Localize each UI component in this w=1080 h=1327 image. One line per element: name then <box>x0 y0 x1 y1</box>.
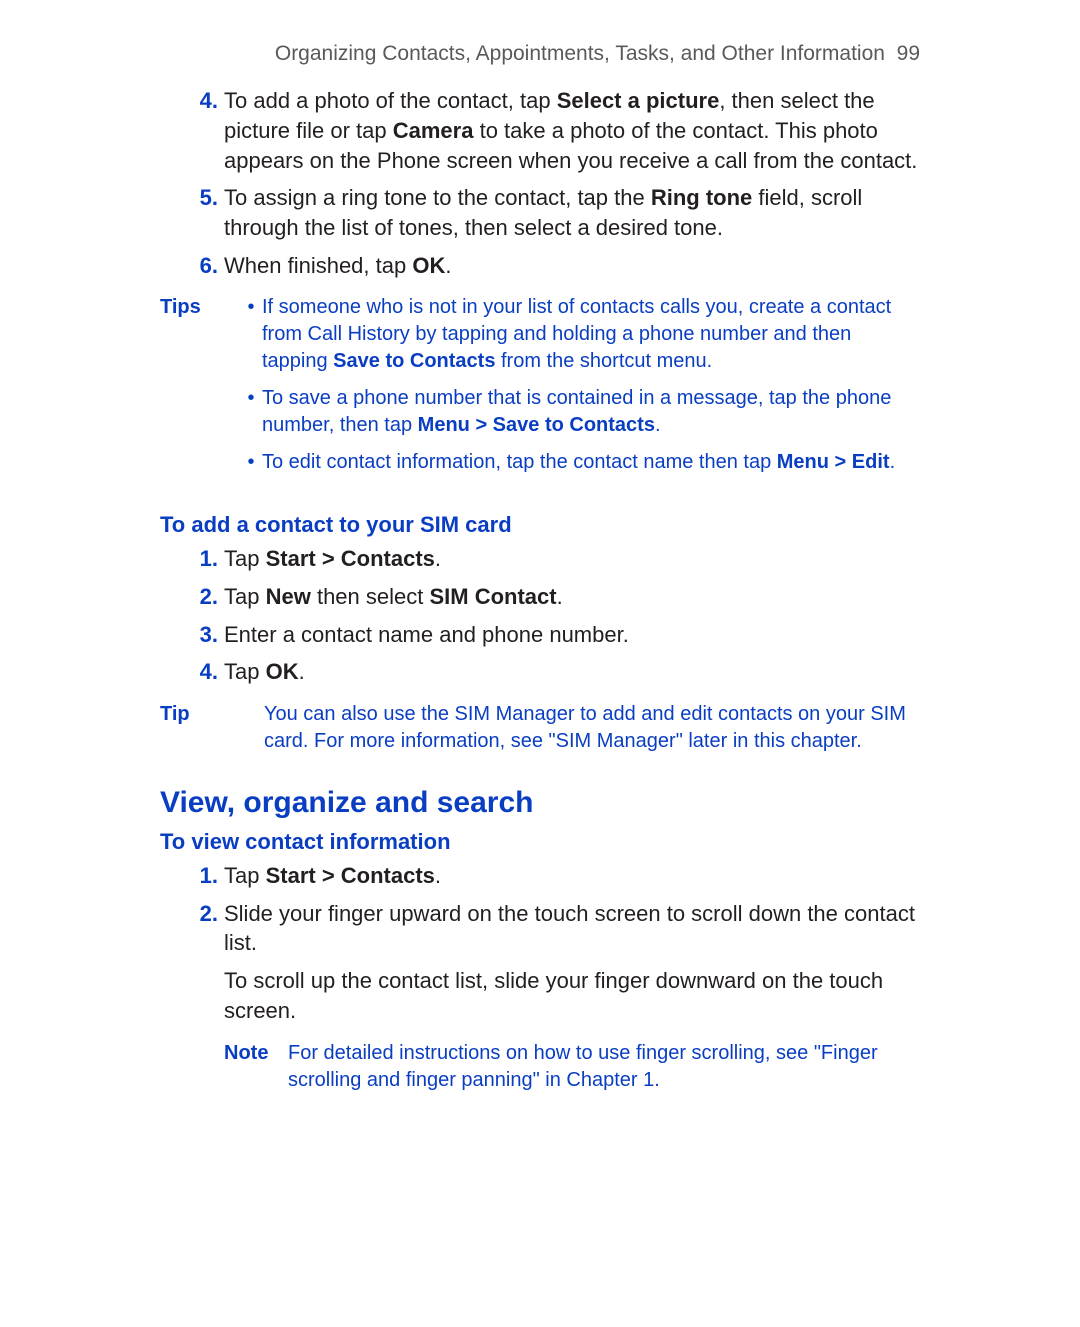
step-number: 2. <box>190 899 224 929</box>
step-number: 3. <box>190 620 224 650</box>
tip-text: You can also use the SIM Manager to add … <box>264 701 920 755</box>
step-number: 1. <box>190 544 224 574</box>
step-6: 6. When finished, tap OK. <box>160 251 920 281</box>
step-body: To assign a ring tone to the contact, ta… <box>224 183 920 242</box>
running-header: Organizing Contacts, Appointments, Tasks… <box>160 40 920 68</box>
scroll-up-note: To scroll up the contact list, slide you… <box>160 966 920 1025</box>
step-number: 4. <box>190 657 224 687</box>
step-number: 6. <box>190 251 224 281</box>
step-number: 5. <box>190 183 224 213</box>
step-number: 2. <box>190 582 224 612</box>
bullet-icon: • <box>240 449 262 476</box>
tip-item-3: • To edit contact information, tap the c… <box>240 449 920 476</box>
tips-label: Tips <box>160 294 240 321</box>
view-step-1: 1. Tap Start > Contacts. <box>160 861 920 891</box>
step-body: When finished, tap OK. <box>224 251 920 281</box>
tip-item-1: • If someone who is not in your list of … <box>240 294 920 375</box>
step-5: 5. To assign a ring tone to the contact,… <box>160 183 920 242</box>
step-number: 1. <box>190 861 224 891</box>
sim-step-1: 1. Tap Start > Contacts. <box>160 544 920 574</box>
page-number: 99 <box>897 42 920 65</box>
note-text: For detailed instructions on how to use … <box>288 1040 920 1094</box>
tips-block: Tips • If someone who is not in your lis… <box>160 294 920 486</box>
tip-sim-manager: Tip You can also use the SIM Manager to … <box>160 701 920 755</box>
sim-step-3: 3. Enter a contact name and phone number… <box>160 620 920 650</box>
view-step-2: 2. Slide your finger upward on the touch… <box>160 899 920 958</box>
subheading-sim: To add a contact to your SIM card <box>160 510 920 540</box>
header-title: Organizing Contacts, Appointments, Tasks… <box>275 42 885 65</box>
subheading-view: To view contact information <box>160 827 920 857</box>
tip-item-2: • To save a phone number that is contain… <box>240 385 920 439</box>
note-finger-scrolling: Note For detailed instructions on how to… <box>160 1040 920 1094</box>
step-number: 4. <box>190 86 224 116</box>
section-heading: View, organize and search <box>160 783 920 824</box>
bullet-icon: • <box>240 294 262 321</box>
note-label: Note <box>224 1040 288 1067</box>
tips-content: • If someone who is not in your list of … <box>240 294 920 486</box>
manual-page: Organizing Contacts, Appointments, Tasks… <box>0 0 1080 1327</box>
step-4: 4. To add a photo of the contact, tap Se… <box>160 86 920 175</box>
sim-step-4: 4. Tap OK. <box>160 657 920 687</box>
sim-step-2: 2. Tap New then select SIM Contact. <box>160 582 920 612</box>
tip-label: Tip <box>160 701 264 728</box>
bullet-icon: • <box>240 385 262 412</box>
step-body: To add a photo of the contact, tap Selec… <box>224 86 920 175</box>
